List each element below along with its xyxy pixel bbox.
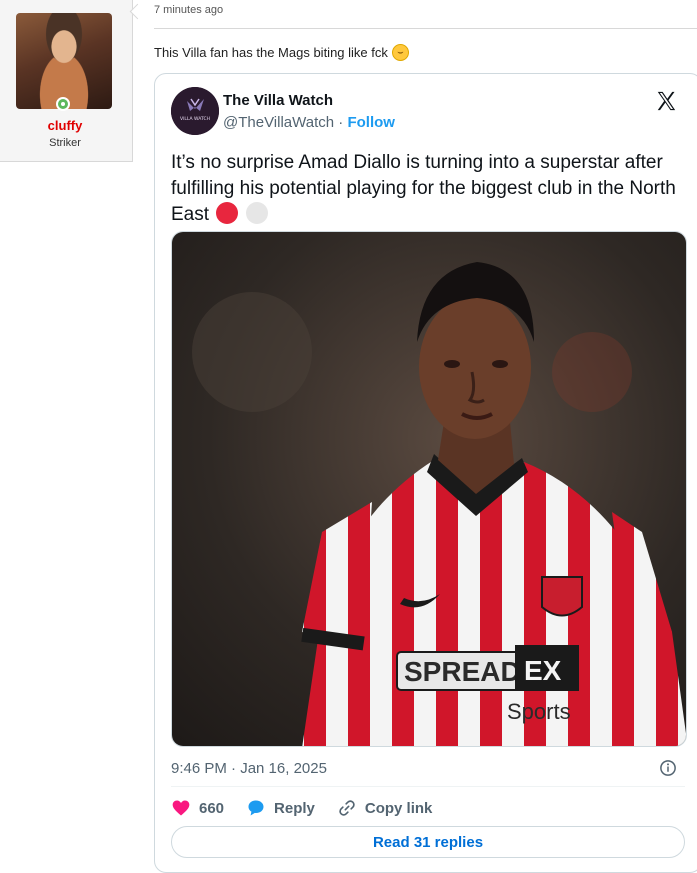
x-logo-icon[interactable] (655, 90, 677, 112)
link-icon (339, 800, 355, 816)
red-circle-icon (216, 202, 239, 224)
like-button[interactable]: 660 (171, 798, 224, 818)
sponsor-sports-text: Sports (507, 699, 571, 724)
tweet-media-image[interactable]: SPREAD EX Sports (171, 231, 687, 747)
follow-link[interactable]: Follow (347, 114, 395, 131)
sponsor-ex-text: EX (524, 655, 562, 686)
club-crest-icon (541, 576, 583, 617)
white-circle-icon (245, 202, 268, 224)
handle-separator: · (338, 114, 344, 131)
username-link[interactable]: cluffy (0, 118, 130, 133)
avatar-text: VILLA WATCH (180, 116, 210, 122)
post-text: This Villa fan has the Mags biting like … (154, 44, 409, 61)
post-divider (154, 28, 697, 29)
tweet-author-avatar[interactable]: VILLA WATCH (171, 87, 219, 135)
embedded-tweet: VILLA WATCH The Villa Watch @TheVillaWat… (154, 73, 697, 873)
user-panel: cluffy Striker (0, 0, 133, 162)
post-timestamp[interactable]: 7 minutes ago (154, 4, 223, 16)
tweet-handle[interactable]: @TheVillaWatch (223, 114, 334, 131)
copy-link-label: Copy link (364, 799, 433, 817)
user-title: Striker (49, 137, 81, 149)
tweet-separator (171, 786, 685, 787)
read-replies-button[interactable]: Read 31 replies (171, 826, 685, 858)
user-avatar[interactable] (16, 13, 112, 109)
copy-link-button[interactable]: Copy link (337, 798, 433, 818)
tweet-handle-row: @TheVillaWatch · Follow (223, 114, 395, 131)
reply-bubble-icon (248, 800, 264, 816)
tweet-timestamp[interactable]: 9:46 PM · Jan 16, 2025 (171, 760, 327, 777)
tweet-text: It’s no surprise Amad Diallo is turning … (171, 150, 681, 228)
online-status-icon (56, 97, 70, 111)
tweet-author-name[interactable]: The Villa Watch (223, 92, 333, 109)
info-icon[interactable] (659, 759, 677, 777)
reply-label: Reply (274, 799, 315, 817)
like-count: 660 (199, 799, 225, 817)
post-message: This Villa fan has the Mags biting like … (154, 45, 388, 60)
sponsor-text: SPREAD (404, 656, 521, 687)
heart-icon (172, 800, 190, 816)
tweet-actions: 660 Reply Copy link (171, 796, 454, 820)
reply-button[interactable]: Reply (246, 798, 315, 818)
player-photo: SPREAD EX Sports (172, 232, 686, 746)
laughing-emoji-icon: ⌣ (391, 44, 409, 61)
